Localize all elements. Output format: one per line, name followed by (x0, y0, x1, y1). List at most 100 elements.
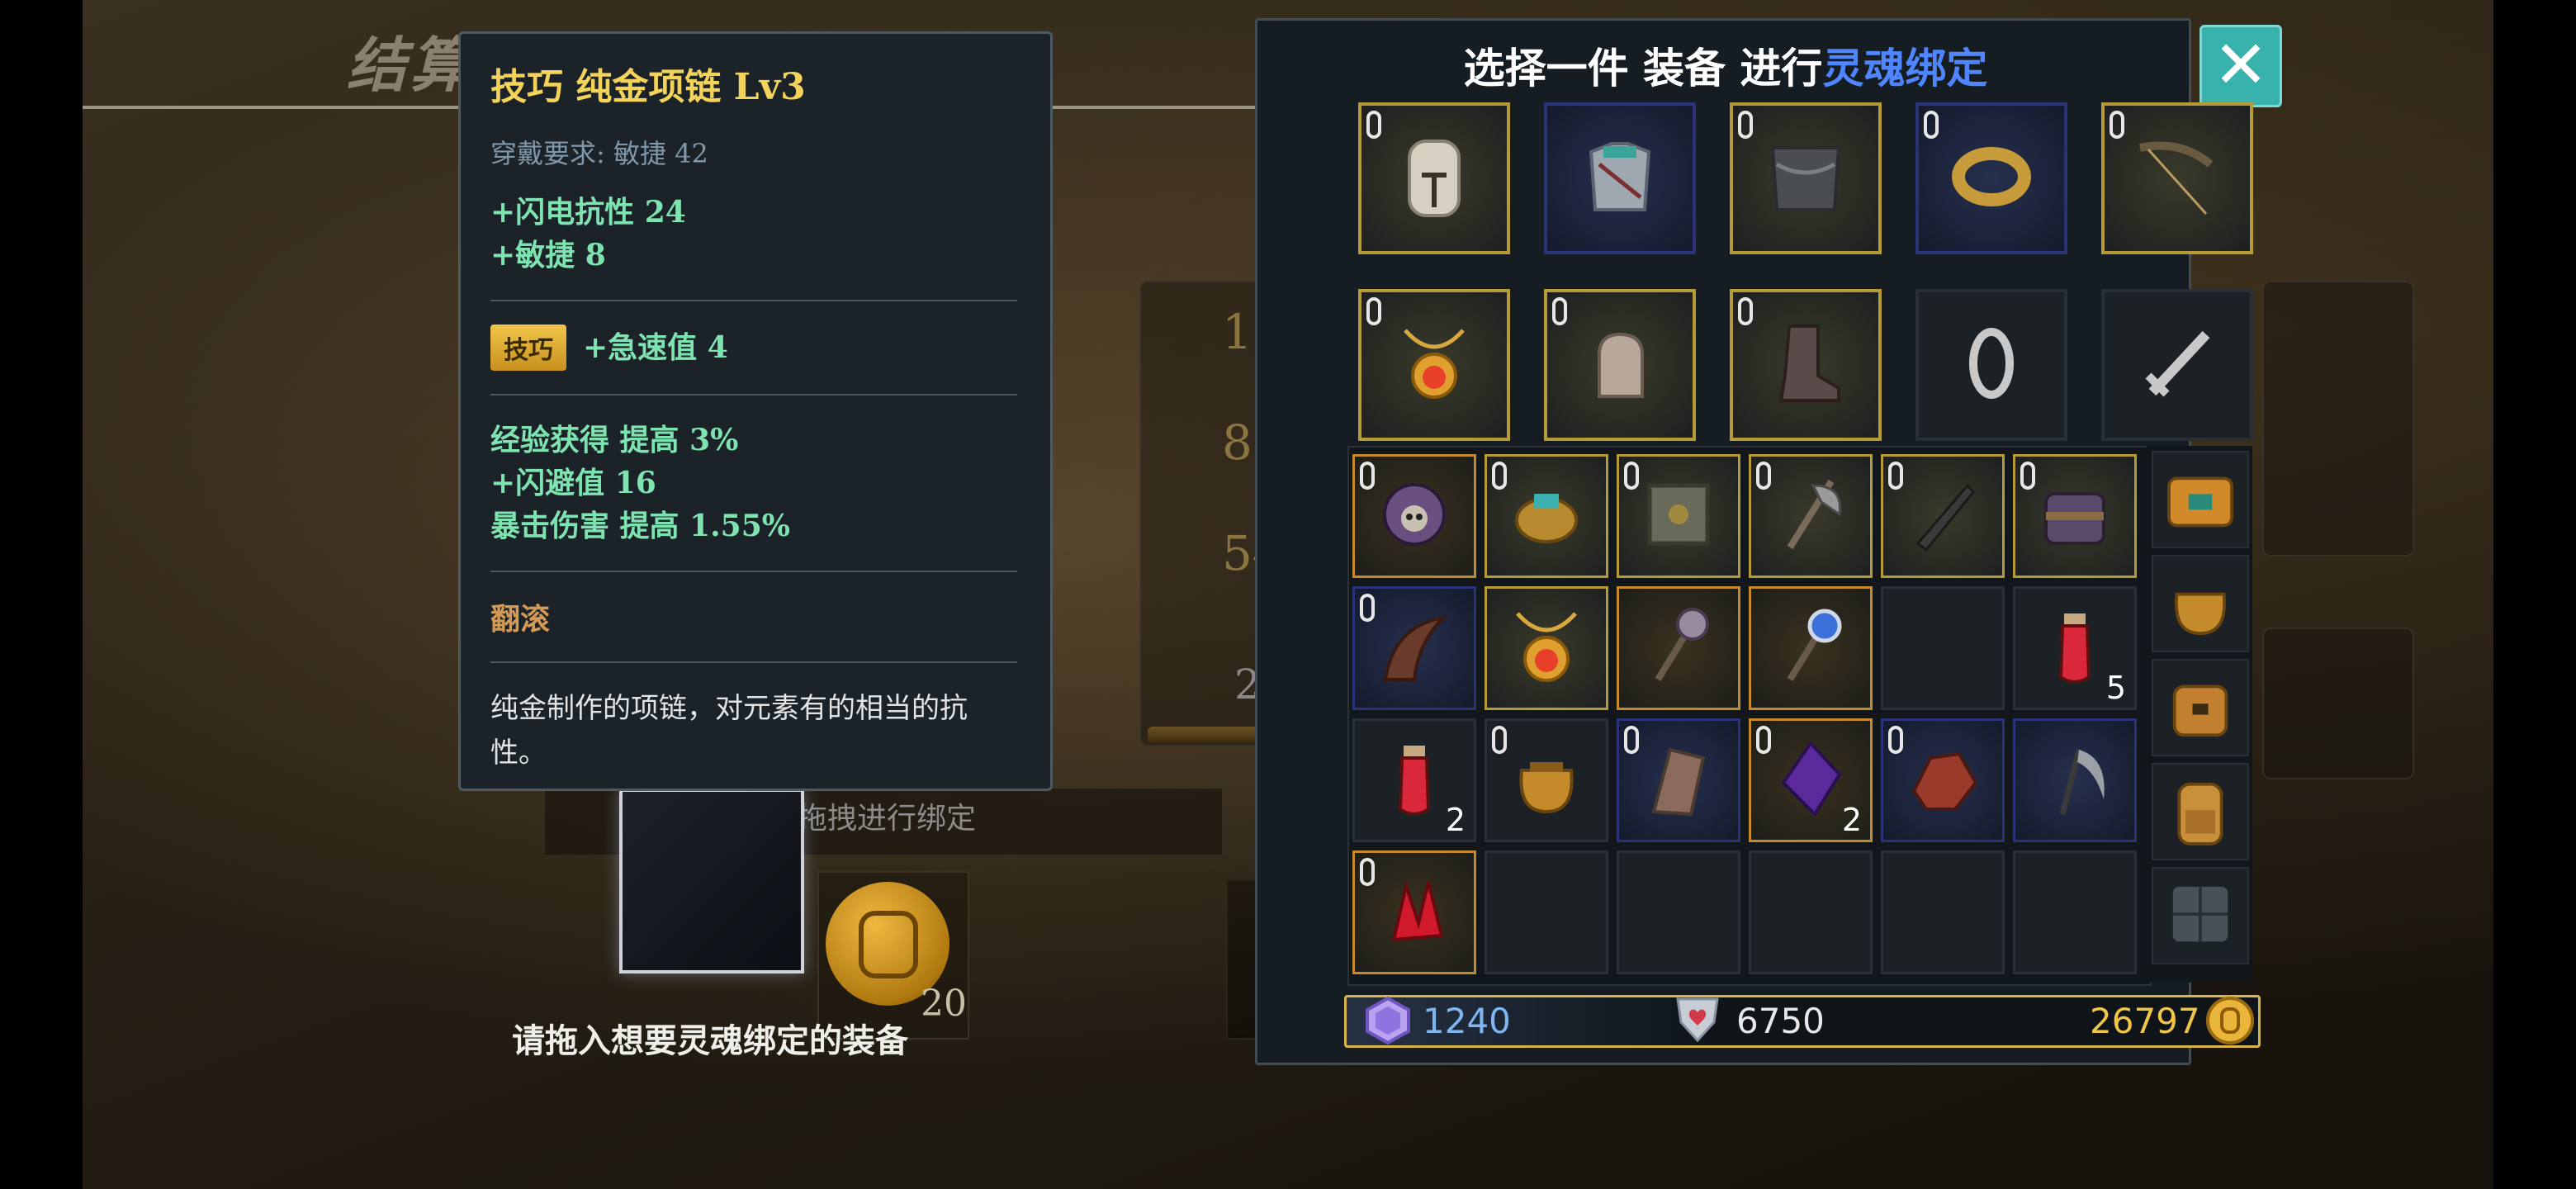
satchel-icon (2157, 663, 2244, 752)
heart-shield-icon (1676, 997, 1719, 1043)
empty-sword-slot-icon (2132, 318, 2223, 412)
equipped-slot[interactable] (2101, 289, 2253, 441)
heart-shield-amount: 6750 (1736, 1001, 1825, 1041)
soul-link-icon (1738, 111, 1753, 139)
inventory-slot[interactable] (1485, 850, 1608, 974)
soul-link-icon (1756, 726, 1771, 754)
shield-icon (1633, 469, 1724, 563)
item-stat: +闪避值 16 (490, 466, 656, 500)
item-tooltip: 技巧 纯金项链 Lv3 穿戴要求: 敏捷 42 +闪电抗性 24 +敏捷 8 技… (458, 31, 1053, 791)
inventory-slot[interactable] (2013, 850, 2137, 974)
soul-link-icon (1624, 462, 1639, 490)
wood-plank-icon (1633, 733, 1724, 827)
inventory-slot[interactable] (1617, 850, 1740, 974)
divider (490, 394, 1017, 396)
soul-link-icon (1888, 462, 1903, 490)
inventory-slot[interactable] (1749, 586, 1873, 710)
inventory-slot[interactable] (1881, 850, 2005, 974)
equipped-slot[interactable] (1915, 102, 2067, 254)
bag-slot[interactable] (2152, 867, 2249, 964)
equipped-slot[interactable] (1358, 102, 1510, 254)
inventory-slot[interactable]: 2 (1749, 718, 1873, 842)
equipped-slot[interactable] (1730, 289, 1882, 441)
inventory-slot[interactable] (1485, 586, 1608, 710)
inventory-slot[interactable]: 5 (2013, 586, 2137, 710)
boots-icon (1760, 318, 1851, 412)
item-stat: +急速值 4 (583, 330, 728, 365)
inventory-slot[interactable] (1749, 454, 1873, 578)
item-title: 技巧 纯金项链 Lv3 (490, 66, 806, 108)
empty-ring-slot-icon (1946, 318, 2037, 412)
crystal-currency-icon (1366, 997, 1410, 1045)
inventory-slot[interactable] (1352, 454, 1476, 578)
soul-link-icon (1738, 297, 1753, 325)
gold-amount: 26797 (2090, 1001, 2200, 1041)
bow-icon (2132, 131, 2223, 225)
chest-armor-icon (1574, 131, 1665, 225)
currency-bar: 1240 6750 26797 (1344, 995, 2261, 1048)
bag-slot[interactable] (2152, 659, 2249, 756)
divider (490, 661, 1017, 663)
inventory-slot[interactable] (1617, 718, 1740, 842)
inventory-slot[interactable] (1485, 718, 1608, 842)
gauntlet-icon (1574, 318, 1665, 412)
equipped-slot[interactable] (1915, 289, 2067, 441)
inventory-slot[interactable] (1485, 454, 1608, 578)
necklace-icon (1389, 318, 1480, 412)
soul-link-icon (2110, 111, 2124, 139)
equipped-slot[interactable] (1730, 102, 1882, 254)
item-badge: 技巧 (490, 324, 566, 371)
inventory-slot[interactable] (1352, 850, 1476, 974)
divider (490, 571, 1017, 572)
soul-link-icon (1360, 462, 1375, 490)
item-quantity: 2 (1841, 802, 1862, 838)
inventory-slot[interactable]: 2 (1352, 718, 1476, 842)
bag-slot[interactable] (2152, 763, 2249, 860)
item-requirement: 穿戴要求: 敏捷 42 (490, 138, 708, 169)
horn-icon (1369, 601, 1460, 695)
item-badge-row: 技巧 +急速值 4 (490, 324, 1017, 371)
panel-title-accent: 灵魂绑定 (1822, 44, 1988, 92)
helmet-icon (1389, 131, 1480, 225)
background-right-panel (2262, 628, 2414, 779)
soul-link-icon (1492, 726, 1507, 754)
inventory-slot[interactable] (1617, 454, 1740, 578)
inventory-slot[interactable] (2013, 454, 2137, 578)
item-skill: 翻滚 (490, 602, 551, 637)
gold-coin-icon (2206, 997, 2254, 1045)
bag-slot[interactable] (2152, 451, 2249, 548)
soul-link-icon (1366, 111, 1381, 139)
blade-icon (1897, 469, 1988, 563)
large-bag-icon (2157, 455, 2244, 544)
equipped-slot[interactable] (2101, 102, 2253, 254)
ring-icon (1946, 131, 2037, 225)
bag-slot[interactable] (2152, 555, 2249, 652)
bind-target-slot[interactable] (619, 789, 804, 973)
equipped-slot[interactable] (1358, 289, 1510, 441)
red-ore-icon (1897, 733, 1988, 827)
soul-link-icon (1756, 462, 1771, 490)
close-button[interactable]: ✕ (2200, 25, 2282, 107)
mace-icon (1633, 601, 1724, 695)
item-quantity: 5 (2105, 670, 2126, 706)
soul-link-icon (1924, 111, 1939, 139)
soul-link-icon (2020, 462, 2035, 490)
cost-amount: 20 (921, 983, 967, 1025)
equipped-slot[interactable] (1544, 289, 1696, 441)
item-description: 纯金制作的项链，对元素有的相当的抗性。 (490, 692, 968, 770)
scythe-icon (2029, 733, 2120, 827)
soul-link-icon (1492, 462, 1507, 490)
inventory-slot[interactable] (1352, 586, 1476, 710)
chainmail-icon (1760, 131, 1851, 225)
inventory-slot[interactable] (2013, 718, 2137, 842)
inventory-slot[interactable] (1881, 718, 2005, 842)
equipped-slot[interactable] (1544, 102, 1696, 254)
soul-link-icon (1360, 858, 1375, 886)
inventory-slot[interactable] (1617, 586, 1740, 710)
item-stat: 暴击伤害 提高 1.55% (490, 509, 790, 543)
background-right-panel (2262, 281, 2414, 557)
inventory-slot[interactable] (1881, 586, 2005, 710)
inventory-slot[interactable] (1749, 850, 1873, 974)
bracer-icon (1501, 469, 1592, 563)
inventory-slot[interactable] (1881, 454, 2005, 578)
